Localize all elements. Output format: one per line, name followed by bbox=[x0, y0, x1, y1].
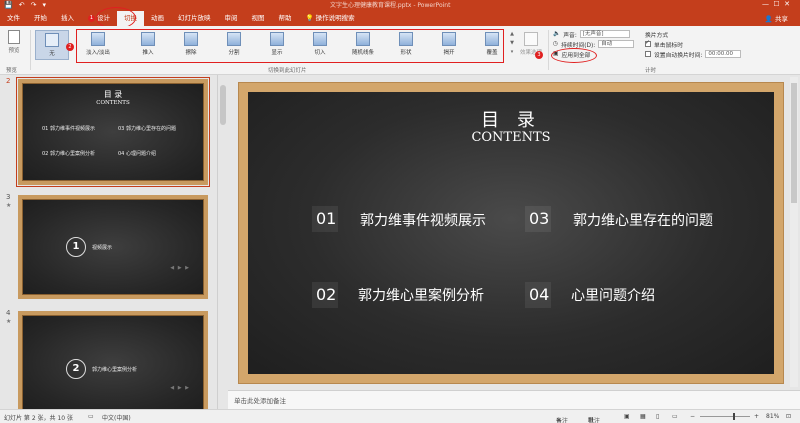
after-time-field[interactable]: 00:00.00 bbox=[705, 50, 742, 58]
zoom-level[interactable]: 81% bbox=[766, 413, 779, 420]
redo-icon[interactable]: ↷ bbox=[31, 1, 37, 9]
thumbnail-arrows: ◀ ▶ ▶ bbox=[170, 265, 190, 271]
thumbnail-number: 3 bbox=[6, 193, 11, 201]
thumbnail-slide-4[interactable]: 2 郭力维心里案例分析 ◀ ▶ ▶ bbox=[18, 311, 208, 409]
share-button[interactable]: 👤 共享 bbox=[765, 13, 788, 23]
thumbnail-item: 01 郭力维事件视频展示 bbox=[42, 126, 95, 132]
thumbnail-scrollbar[interactable] bbox=[220, 85, 226, 125]
thumbnail-subtitle: CONTENTS bbox=[96, 100, 130, 106]
tab-view[interactable]: 视图 bbox=[245, 11, 272, 26]
effect-options-icon bbox=[524, 32, 538, 46]
agenda-item[interactable]: 心里问题介绍 bbox=[571, 285, 655, 305]
slide-sorter-icon[interactable]: ▦ bbox=[640, 413, 646, 420]
main-scrollbar[interactable] bbox=[790, 77, 798, 387]
tab-insert[interactable]: 插入 bbox=[54, 11, 81, 26]
reading-view-icon[interactable]: ▯ bbox=[656, 413, 659, 420]
advance-label: 换片方式 bbox=[645, 32, 669, 39]
on-click-checkbox[interactable] bbox=[645, 39, 651, 47]
tab-review[interactable]: 审阅 bbox=[218, 11, 245, 26]
tab-help[interactable]: 帮助 bbox=[272, 11, 299, 26]
person-icon: 👤 bbox=[764, 15, 775, 23]
thumbnail-section-label: 郭力维心里案例分析 bbox=[92, 367, 138, 373]
duration-field[interactable]: 自动 bbox=[598, 40, 635, 48]
agenda-number[interactable]: 03 bbox=[524, 206, 552, 232]
tab-home[interactable]: 开始 bbox=[27, 11, 54, 26]
chalkboard: 目 录 CONTENTS 01 郭力维事件视频展示 03 郭力维心里存在的问题 … bbox=[248, 92, 774, 374]
powerpoint-window: 💾 ↶ ↷ ▾ 文字生心理健康教育课程.pptx - PowerPoint — … bbox=[0, 0, 800, 423]
notes-pane[interactable]: 单击此处添加备注 bbox=[228, 390, 800, 409]
slide-thumbnail-pane[interactable]: 2 目 录 CONTENTS 01 郭力维事件视频展示 03 郭力维心里存在的问… bbox=[0, 75, 218, 409]
preview-button[interactable]: 预览 bbox=[4, 30, 24, 54]
slide-subtitle[interactable]: CONTENTS bbox=[248, 130, 774, 145]
slide-counter: 幻灯片 第 2 张，共 10 张 bbox=[4, 415, 73, 422]
sound-icon: 🔈 bbox=[553, 31, 561, 37]
agenda-item[interactable]: 郭力维事件视频展示 bbox=[360, 210, 486, 230]
ribbon: 预览 预览 无 淡入/淡出 推入 擦除 分割 显示 切入 随机线条 形状 揭开 … bbox=[0, 26, 800, 75]
window-title: 文字生心理健康教育课程.pptx - PowerPoint bbox=[330, 2, 451, 9]
agenda-item[interactable]: 郭力维心里案例分析 bbox=[358, 285, 484, 305]
animation-star-icon: ★ bbox=[6, 318, 12, 325]
gallery-scroll[interactable]: ▲ ▼ ▾ bbox=[508, 30, 516, 57]
preview-group-label: 预览 bbox=[6, 68, 18, 74]
thumbnail-section-label: 视频展示 bbox=[92, 245, 113, 251]
language-indicator[interactable]: 中文(中国) bbox=[102, 413, 131, 422]
sound-select[interactable]: [无声音] bbox=[579, 30, 630, 38]
thumbnail-item: 03 郭力维心里存在的问题 bbox=[118, 126, 176, 132]
thumbnail-number: 4 bbox=[6, 309, 11, 317]
annotation-badge-2: 2 bbox=[66, 43, 74, 51]
zoom-out-icon[interactable]: − bbox=[690, 413, 695, 420]
transition-none[interactable]: 无 bbox=[35, 30, 69, 60]
agenda-item[interactable]: 郭力维心里存在的问题 bbox=[573, 210, 713, 230]
annotation-badge-3: 3 bbox=[535, 51, 543, 59]
accessibility-icon[interactable]: ▭ bbox=[88, 413, 94, 420]
annotation-box-transitions bbox=[76, 29, 504, 63]
lightbulb-icon: 💡 bbox=[305, 14, 316, 22]
slide-canvas[interactable]: 目 录 CONTENTS 01 郭力维事件视频展示 03 郭力维心里存在的问题 … bbox=[239, 83, 783, 383]
timing-group-label: 计时 bbox=[645, 68, 657, 74]
fit-slide-icon[interactable]: ⊡ bbox=[786, 413, 791, 420]
thumbnail-number: 2 bbox=[6, 77, 11, 85]
quick-access-toolbar: 💾 ↶ ↷ ▾ bbox=[4, 0, 46, 9]
annotation-circle-apply-all bbox=[551, 48, 597, 63]
thumbnail-section-number: 2 bbox=[66, 359, 86, 379]
window-controls[interactable]: — ☐ ✕ bbox=[762, 0, 790, 8]
normal-view-icon[interactable]: ▣ bbox=[624, 413, 630, 420]
ribbon-tabs: 文件 开始 插入 1 设计 切换 动画 幻灯片放映 审阅 视图 帮助 💡 操作说明… bbox=[0, 11, 362, 26]
advance-slide-group: 换片方式 单击鼠标时 设置自动换片时间:00:00.00 bbox=[645, 29, 742, 59]
annotation-badge-1: 1 bbox=[88, 14, 95, 22]
slideshow-icon[interactable]: ▭ bbox=[672, 413, 678, 420]
undo-icon[interactable]: ↶ bbox=[19, 1, 25, 9]
slide-title[interactable]: 目 录 bbox=[248, 106, 774, 132]
clock-icon: ◷ bbox=[553, 41, 559, 47]
scrollbar-thumb[interactable] bbox=[791, 83, 797, 203]
agenda-number[interactable]: 04 bbox=[524, 282, 552, 308]
none-icon bbox=[45, 33, 59, 47]
zoom-slider[interactable] bbox=[700, 413, 750, 420]
thumbnail-section-number: 1 bbox=[66, 237, 86, 257]
customize-qat-icon[interactable]: ▾ bbox=[42, 1, 46, 9]
save-icon[interactable]: 💾 bbox=[4, 1, 13, 9]
tell-me-search[interactable]: 💡 操作说明搜索 bbox=[299, 11, 362, 26]
divider bbox=[30, 30, 31, 70]
after-checkbox[interactable] bbox=[645, 51, 651, 57]
tab-file[interactable]: 文件 bbox=[0, 11, 27, 26]
thumbnail-arrows: ◀ ▶ ▶ bbox=[170, 385, 190, 391]
agenda-number[interactable]: 01 bbox=[311, 206, 339, 232]
thumbnail-slide-2[interactable]: 目 录 CONTENTS 01 郭力维事件视频展示 03 郭力维心里存在的问题 … bbox=[16, 77, 210, 187]
zoom-in-icon[interactable]: + bbox=[754, 413, 759, 420]
thumbnail-item: 02 郭力维心里案例分析 bbox=[42, 151, 95, 157]
status-bar: 幻灯片 第 2 张，共 10 张 ▭ 中文(中国) ≡ 备注 ▤ 批注 ▣ ▦ … bbox=[0, 409, 800, 423]
agenda-number[interactable]: 02 bbox=[311, 282, 339, 308]
preview-icon bbox=[8, 30, 20, 44]
tab-animations[interactable]: 动画 bbox=[144, 11, 171, 26]
divider bbox=[548, 30, 549, 70]
thumbnail-item: 04 心理问题介绍 bbox=[118, 151, 156, 157]
animation-star-icon: ★ bbox=[6, 202, 12, 209]
thumbnail-slide-3[interactable]: 1 视频展示 ◀ ▶ ▶ bbox=[18, 195, 208, 299]
thumbnail-title: 目 录 bbox=[103, 90, 123, 99]
transitions-group-label: 切换到此幻灯片 bbox=[268, 68, 307, 74]
tab-slideshow[interactable]: 幻灯片放映 bbox=[171, 11, 218, 26]
